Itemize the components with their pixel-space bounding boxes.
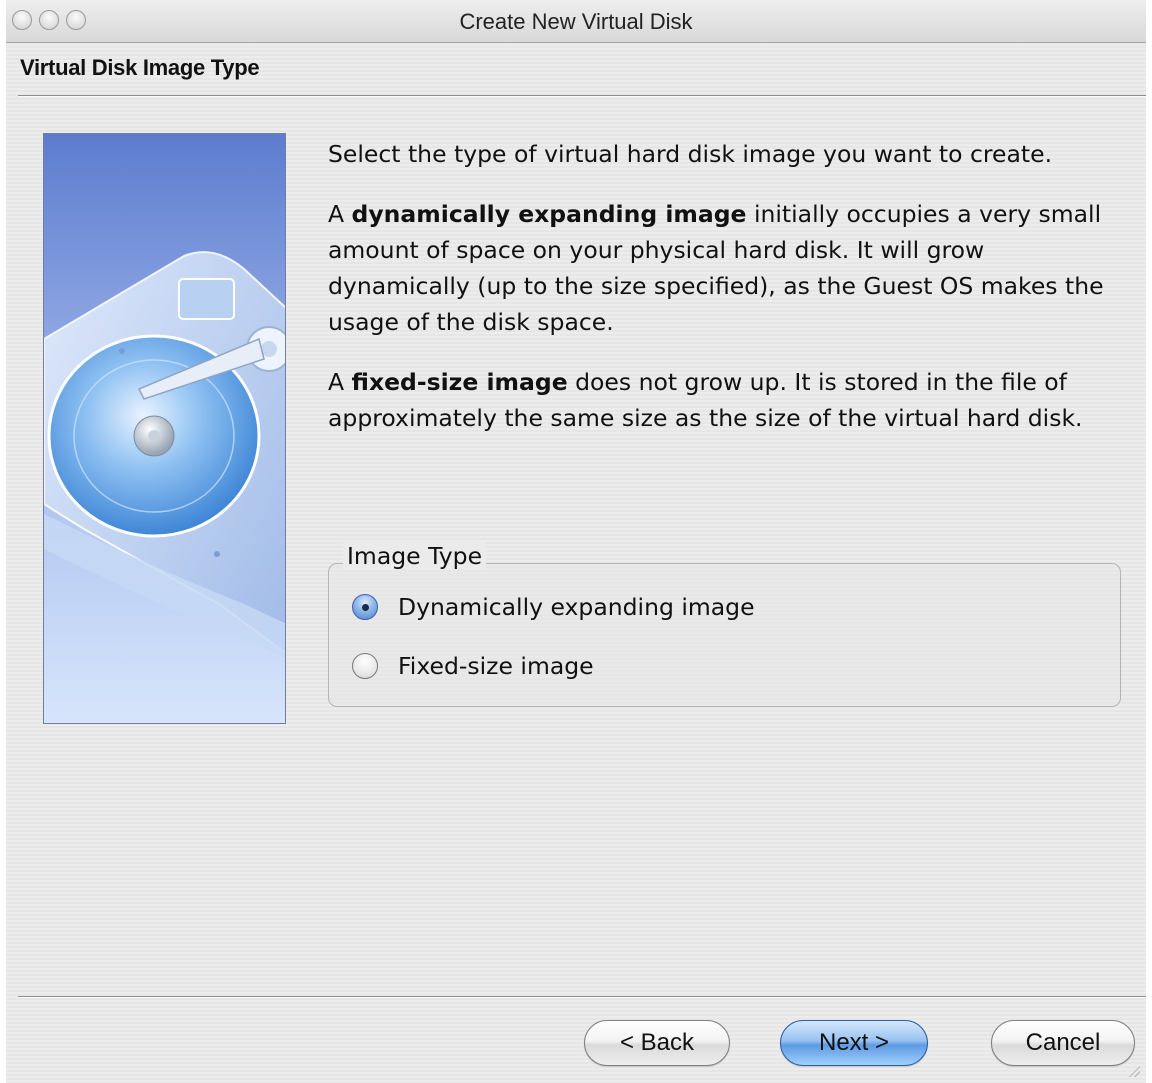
radio-button-unselected-icon[interactable] (352, 653, 378, 679)
radio-label: Dynamically expanding image (398, 593, 755, 621)
dynamic-prefix: A (328, 200, 352, 228)
title-bar: Create New Virtual Disk (6, 0, 1146, 43)
radio-button-selected-icon[interactable] (352, 594, 378, 620)
radio-fixed-size[interactable]: Fixed-size image (352, 650, 594, 682)
dynamic-paragraph: A dynamically expanding image initially … (328, 196, 1128, 340)
header-divider (18, 95, 1146, 97)
hard-disk-icon (44, 251, 285, 659)
image-type-group-label: Image Type (343, 542, 487, 570)
description-text: Select the type of virtual hard disk ima… (328, 136, 1128, 460)
window-title: Create New Virtual Disk (459, 9, 693, 34)
fixed-paragraph: A fixed-size image does not grow up. It … (328, 364, 1128, 436)
fixed-prefix: A (328, 368, 352, 396)
image-type-group (328, 563, 1121, 707)
footer-divider (18, 996, 1146, 998)
dialog-window: Create New Virtual Disk Virtual Disk Ima… (6, 0, 1146, 1083)
radio-dynamically-expanding[interactable]: Dynamically expanding image (352, 591, 755, 623)
dynamic-term: dynamically expanding image (351, 200, 747, 228)
resize-grip-icon[interactable] (1126, 1063, 1140, 1077)
intro-paragraph: Select the type of virtual hard disk ima… (328, 140, 1053, 168)
radio-label: Fixed-size image (398, 652, 594, 680)
page-heading: Virtual Disk Image Type (20, 55, 260, 80)
next-button[interactable]: Next > (780, 1020, 928, 1066)
fixed-term: fixed-size image (351, 368, 568, 396)
hard-disk-illustration (43, 133, 286, 724)
cancel-button[interactable]: Cancel (991, 1020, 1135, 1066)
back-button[interactable]: < Back (584, 1020, 730, 1066)
